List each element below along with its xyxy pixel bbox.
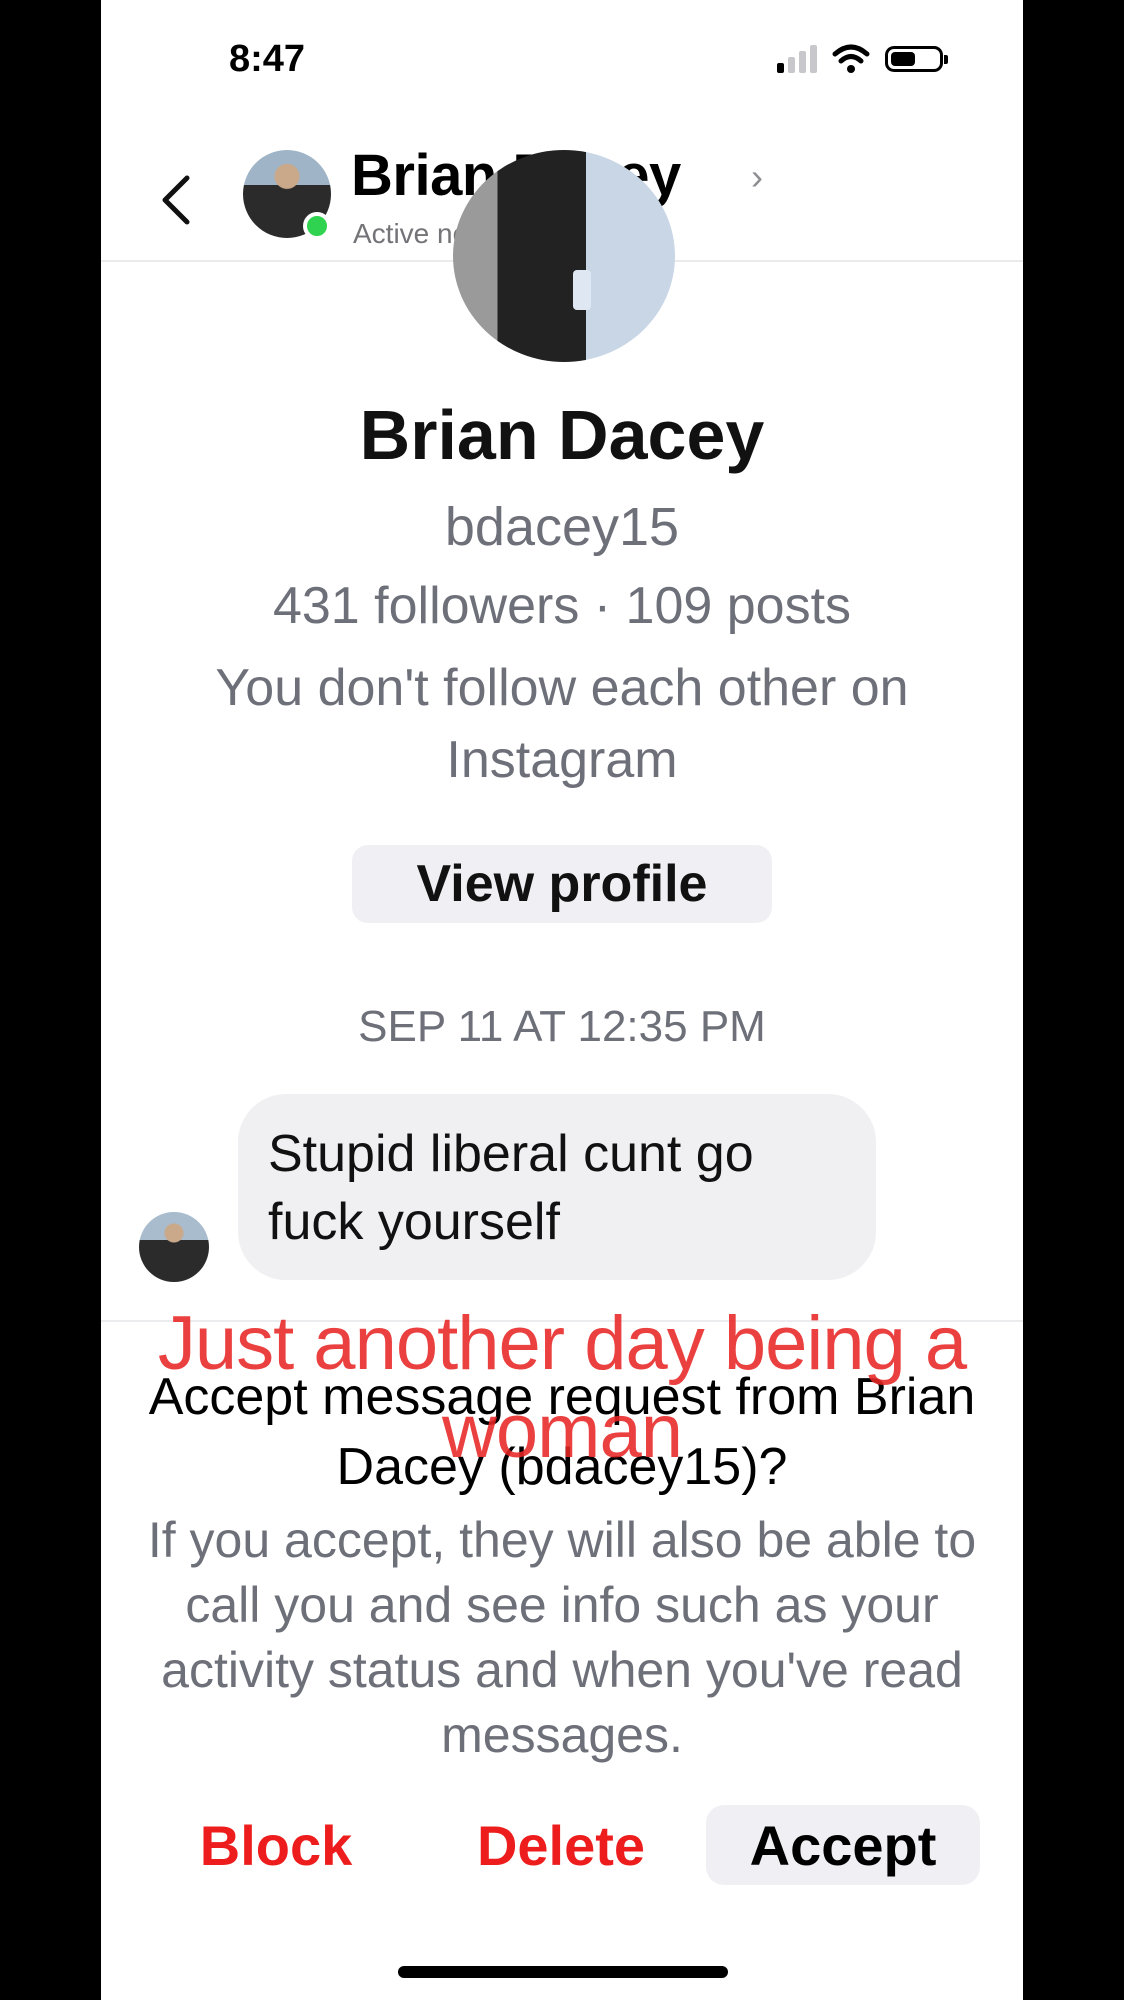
dm-screen: 8:47 Brian Dacey › Active now Brian Dace…: [101, 0, 1023, 2000]
cellular-signal-icon: [777, 45, 817, 73]
message-bubble[interactable]: Stupid liberal cunt go fuck yourself: [238, 1094, 876, 1280]
profile-name: Brian Dacey: [359, 396, 765, 474]
wifi-icon: [832, 44, 870, 73]
status-time: 8:47: [229, 38, 306, 80]
battery-icon: [885, 46, 948, 72]
sender-avatar[interactable]: [139, 1212, 209, 1282]
follow-status-note: You don't follow each other on Instagram: [215, 659, 909, 789]
home-indicator[interactable]: [398, 1966, 728, 1978]
message-timestamp: SEP 11 AT 12:35 PM: [358, 1002, 766, 1051]
accept-button[interactable]: Accept: [706, 1805, 980, 1885]
online-status-dot: [303, 212, 331, 240]
profile-stats: 431 followers · 109 posts: [272, 577, 852, 635]
request-title: Accept message request from Brian Dacey …: [148, 1368, 976, 1496]
divider: [101, 1320, 1023, 1322]
request-actions: Block Delete Accept: [101, 1805, 1023, 1885]
profile-username: bdacey15: [444, 497, 680, 557]
chevron-right-icon[interactable]: ›: [751, 156, 763, 198]
request-description: If you accept, they will also be able to…: [147, 1512, 977, 1763]
status-icons: [777, 44, 948, 74]
profile-avatar[interactable]: [453, 150, 675, 362]
back-chevron-icon[interactable]: [155, 170, 195, 230]
view-profile-button[interactable]: View profile: [352, 845, 772, 923]
delete-button[interactable]: Delete: [446, 1805, 676, 1885]
block-button[interactable]: Block: [171, 1805, 381, 1885]
